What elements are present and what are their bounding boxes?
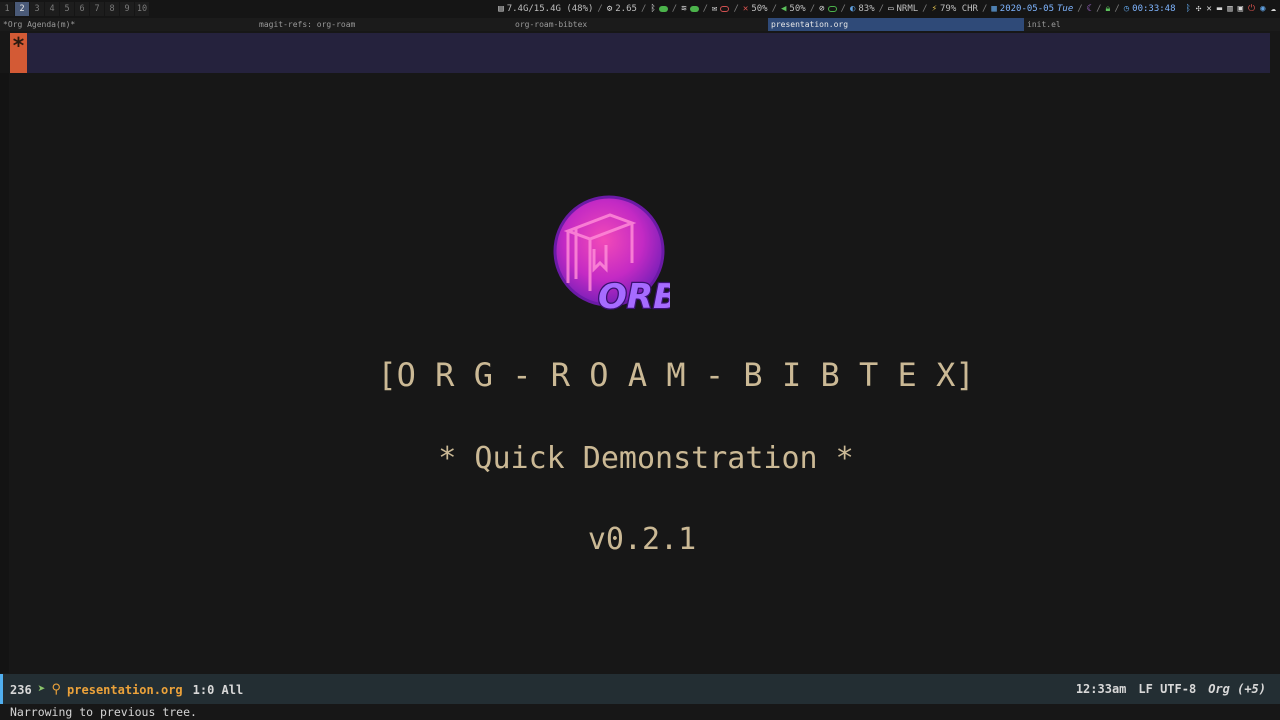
workspace-switcher: 1 2 3 4 5 6 7 8 9 10 bbox=[0, 2, 149, 16]
cloud-tray-icon[interactable]: ☁ bbox=[1271, 4, 1276, 14]
separator: / bbox=[771, 4, 777, 14]
active-window-indicator bbox=[0, 674, 3, 704]
system-status-bar: 1 2 3 4 5 6 7 8 9 10 ▤ 7.4G/15.4G (48%) … bbox=[0, 0, 1280, 18]
cursor-position: 1:0 All bbox=[192, 682, 244, 697]
toggle-on-icon bbox=[689, 6, 699, 12]
printer-tray-icon[interactable]: ▬ bbox=[1217, 4, 1222, 14]
toggle-on-icon bbox=[658, 6, 668, 12]
date-indicator[interactable]: ▦ 2020-05-05 Tue bbox=[991, 4, 1073, 14]
svg-text:ORB: ORB bbox=[598, 277, 670, 317]
lock-indicator[interactable]: 🔒︎ bbox=[1105, 3, 1111, 14]
speaker-icon: ◀ bbox=[781, 3, 787, 14]
separator: / bbox=[1077, 4, 1083, 14]
workspace-10[interactable]: 10 bbox=[135, 2, 149, 16]
separator: / bbox=[878, 4, 885, 14]
night-mode-toggle[interactable]: ☾ bbox=[1086, 3, 1093, 14]
monitor-icon: ▭ bbox=[888, 3, 894, 14]
workspace-2[interactable]: 2 bbox=[15, 2, 29, 16]
separator: / bbox=[702, 4, 709, 14]
separator: / bbox=[809, 4, 816, 14]
leaf-icon: ➤ bbox=[37, 682, 46, 697]
cpu-load-indicator[interactable]: ⚙ 2.65 bbox=[607, 4, 637, 14]
workspace-8[interactable]: 8 bbox=[105, 2, 119, 16]
speaker-muted-icon: ✕ bbox=[742, 3, 749, 14]
charging-icon: ⚡ bbox=[931, 3, 938, 14]
tab-magit-refs[interactable]: magit-refs: org-roam bbox=[256, 18, 512, 31]
workspace-1[interactable]: 1 bbox=[0, 2, 14, 16]
workspace-7[interactable]: 7 bbox=[90, 2, 104, 16]
clock[interactable]: ◷ 00:33:48 bbox=[1124, 4, 1176, 14]
workspace-5[interactable]: 5 bbox=[60, 2, 74, 16]
presentation-title: [O R G - R O A M - B I B T E X] bbox=[377, 356, 975, 394]
toggle-icon bbox=[827, 6, 837, 12]
mode-line: 236 ➤ ⚲ presentation.org 1:0 All 12:33am… bbox=[0, 674, 1280, 704]
storage-tray-icon[interactable]: ▣ bbox=[1238, 4, 1243, 14]
mail-icon: ✉ bbox=[712, 3, 718, 14]
git-branch-icon: ⚲ bbox=[51, 682, 62, 697]
moon-icon: ☾ bbox=[1086, 3, 1093, 14]
memory-icon: ▤ bbox=[498, 3, 504, 14]
cpu-icon: ⚙ bbox=[606, 3, 613, 14]
major-mode[interactable]: Org (+5) bbox=[1208, 682, 1266, 696]
heading-marker: * bbox=[10, 33, 27, 73]
bluetooth-tray-icon[interactable]: ᛒ bbox=[1186, 4, 1191, 14]
mode-line-right: 12:33am LF UTF-8 Org (+5) bbox=[1076, 682, 1266, 696]
separator: / bbox=[981, 4, 988, 14]
brightness-icon: ◐ bbox=[849, 3, 856, 14]
book-tray-icon[interactable]: ▥ bbox=[1227, 4, 1232, 14]
power-profile-indicator[interactable]: ▭ NRML bbox=[888, 4, 918, 14]
orb-logo: ORB bbox=[550, 193, 680, 318]
tab-presentation-org[interactable]: presentation.org bbox=[768, 18, 1024, 31]
network-tray-icon[interactable]: ✣ bbox=[1196, 4, 1201, 14]
line-count: 236 bbox=[10, 682, 32, 697]
workspace-9[interactable]: 9 bbox=[120, 2, 134, 16]
tab-init-el[interactable]: init.el bbox=[1024, 18, 1280, 31]
status-indicators: ▤ 7.4G/15.4G (48%) / ⚙ 2.65 / ᛒ / ≋ / ✉ … bbox=[498, 2, 1276, 16]
tab-org-roam-bibtex[interactable]: org-roam-bibtex bbox=[512, 18, 768, 31]
calendar-icon: ▦ bbox=[991, 3, 997, 14]
memory-indicator[interactable]: ▤ 7.4G/15.4G (48%) bbox=[498, 4, 593, 14]
separator: / bbox=[1096, 4, 1102, 14]
separator: / bbox=[922, 4, 928, 14]
battery-indicator[interactable]: ⚡ 79% CHR bbox=[932, 4, 978, 14]
wifi-toggle[interactable]: ≋ bbox=[681, 3, 699, 14]
system-tray: ᛒ ✣ ✕ ▬ ▥ ▣ ⏻ ◉ ☁ bbox=[1186, 4, 1276, 14]
steam-tray-icon[interactable]: ◉ bbox=[1260, 4, 1265, 14]
workspace-3[interactable]: 3 bbox=[30, 2, 44, 16]
brightness-indicator[interactable]: ◐ 83% bbox=[850, 4, 875, 14]
encoding[interactable]: LF UTF-8 bbox=[1138, 682, 1196, 696]
header-line: * bbox=[10, 33, 1270, 73]
wifi-icon: ≋ bbox=[681, 3, 687, 14]
mode-line-time: 12:33am bbox=[1075, 682, 1127, 696]
do-not-disturb-icon: ⊘ bbox=[819, 3, 825, 14]
separator: / bbox=[1114, 4, 1120, 14]
toggle-off-icon bbox=[720, 6, 730, 12]
mode-line-left: 236 ➤ ⚲ presentation.org 1:0 All bbox=[10, 682, 243, 697]
echo-area: Narrowing to previous tree. bbox=[10, 705, 197, 719]
volume-indicator[interactable]: ✕ 50% bbox=[743, 4, 768, 14]
dnd-toggle[interactable]: ⊘ bbox=[819, 3, 837, 14]
workspace-6[interactable]: 6 bbox=[75, 2, 89, 16]
mic-indicator[interactable]: ◀ 50% bbox=[781, 4, 806, 14]
mail-toggle[interactable]: ✉ bbox=[712, 3, 730, 14]
separator: / bbox=[671, 4, 678, 14]
update-tray-icon[interactable]: ✕ bbox=[1206, 4, 1211, 14]
presentation-version: v0.2.1 bbox=[587, 522, 697, 557]
tab-org-agenda[interactable]: *Org Agenda(m)* bbox=[0, 18, 256, 31]
buffer-tab-bar: *Org Agenda(m)* magit-refs: org-roam org… bbox=[0, 18, 1280, 31]
separator: / bbox=[733, 4, 739, 14]
separator: / bbox=[840, 4, 846, 14]
bluetooth-toggle[interactable]: ᛒ bbox=[650, 3, 668, 14]
separator: / bbox=[597, 4, 603, 14]
clock-icon: ◷ bbox=[1123, 3, 1130, 14]
separator: / bbox=[640, 4, 647, 14]
presentation-subtitle: * Quick Demonstration * bbox=[438, 441, 854, 476]
lock-icon: 🔒︎ bbox=[1105, 3, 1111, 14]
power-tray-icon[interactable]: ⏻ bbox=[1248, 4, 1255, 14]
bluetooth-icon: ᛒ bbox=[650, 3, 656, 14]
workspace-4[interactable]: 4 bbox=[45, 2, 59, 16]
buffer-filename[interactable]: presentation.org bbox=[67, 683, 183, 697]
